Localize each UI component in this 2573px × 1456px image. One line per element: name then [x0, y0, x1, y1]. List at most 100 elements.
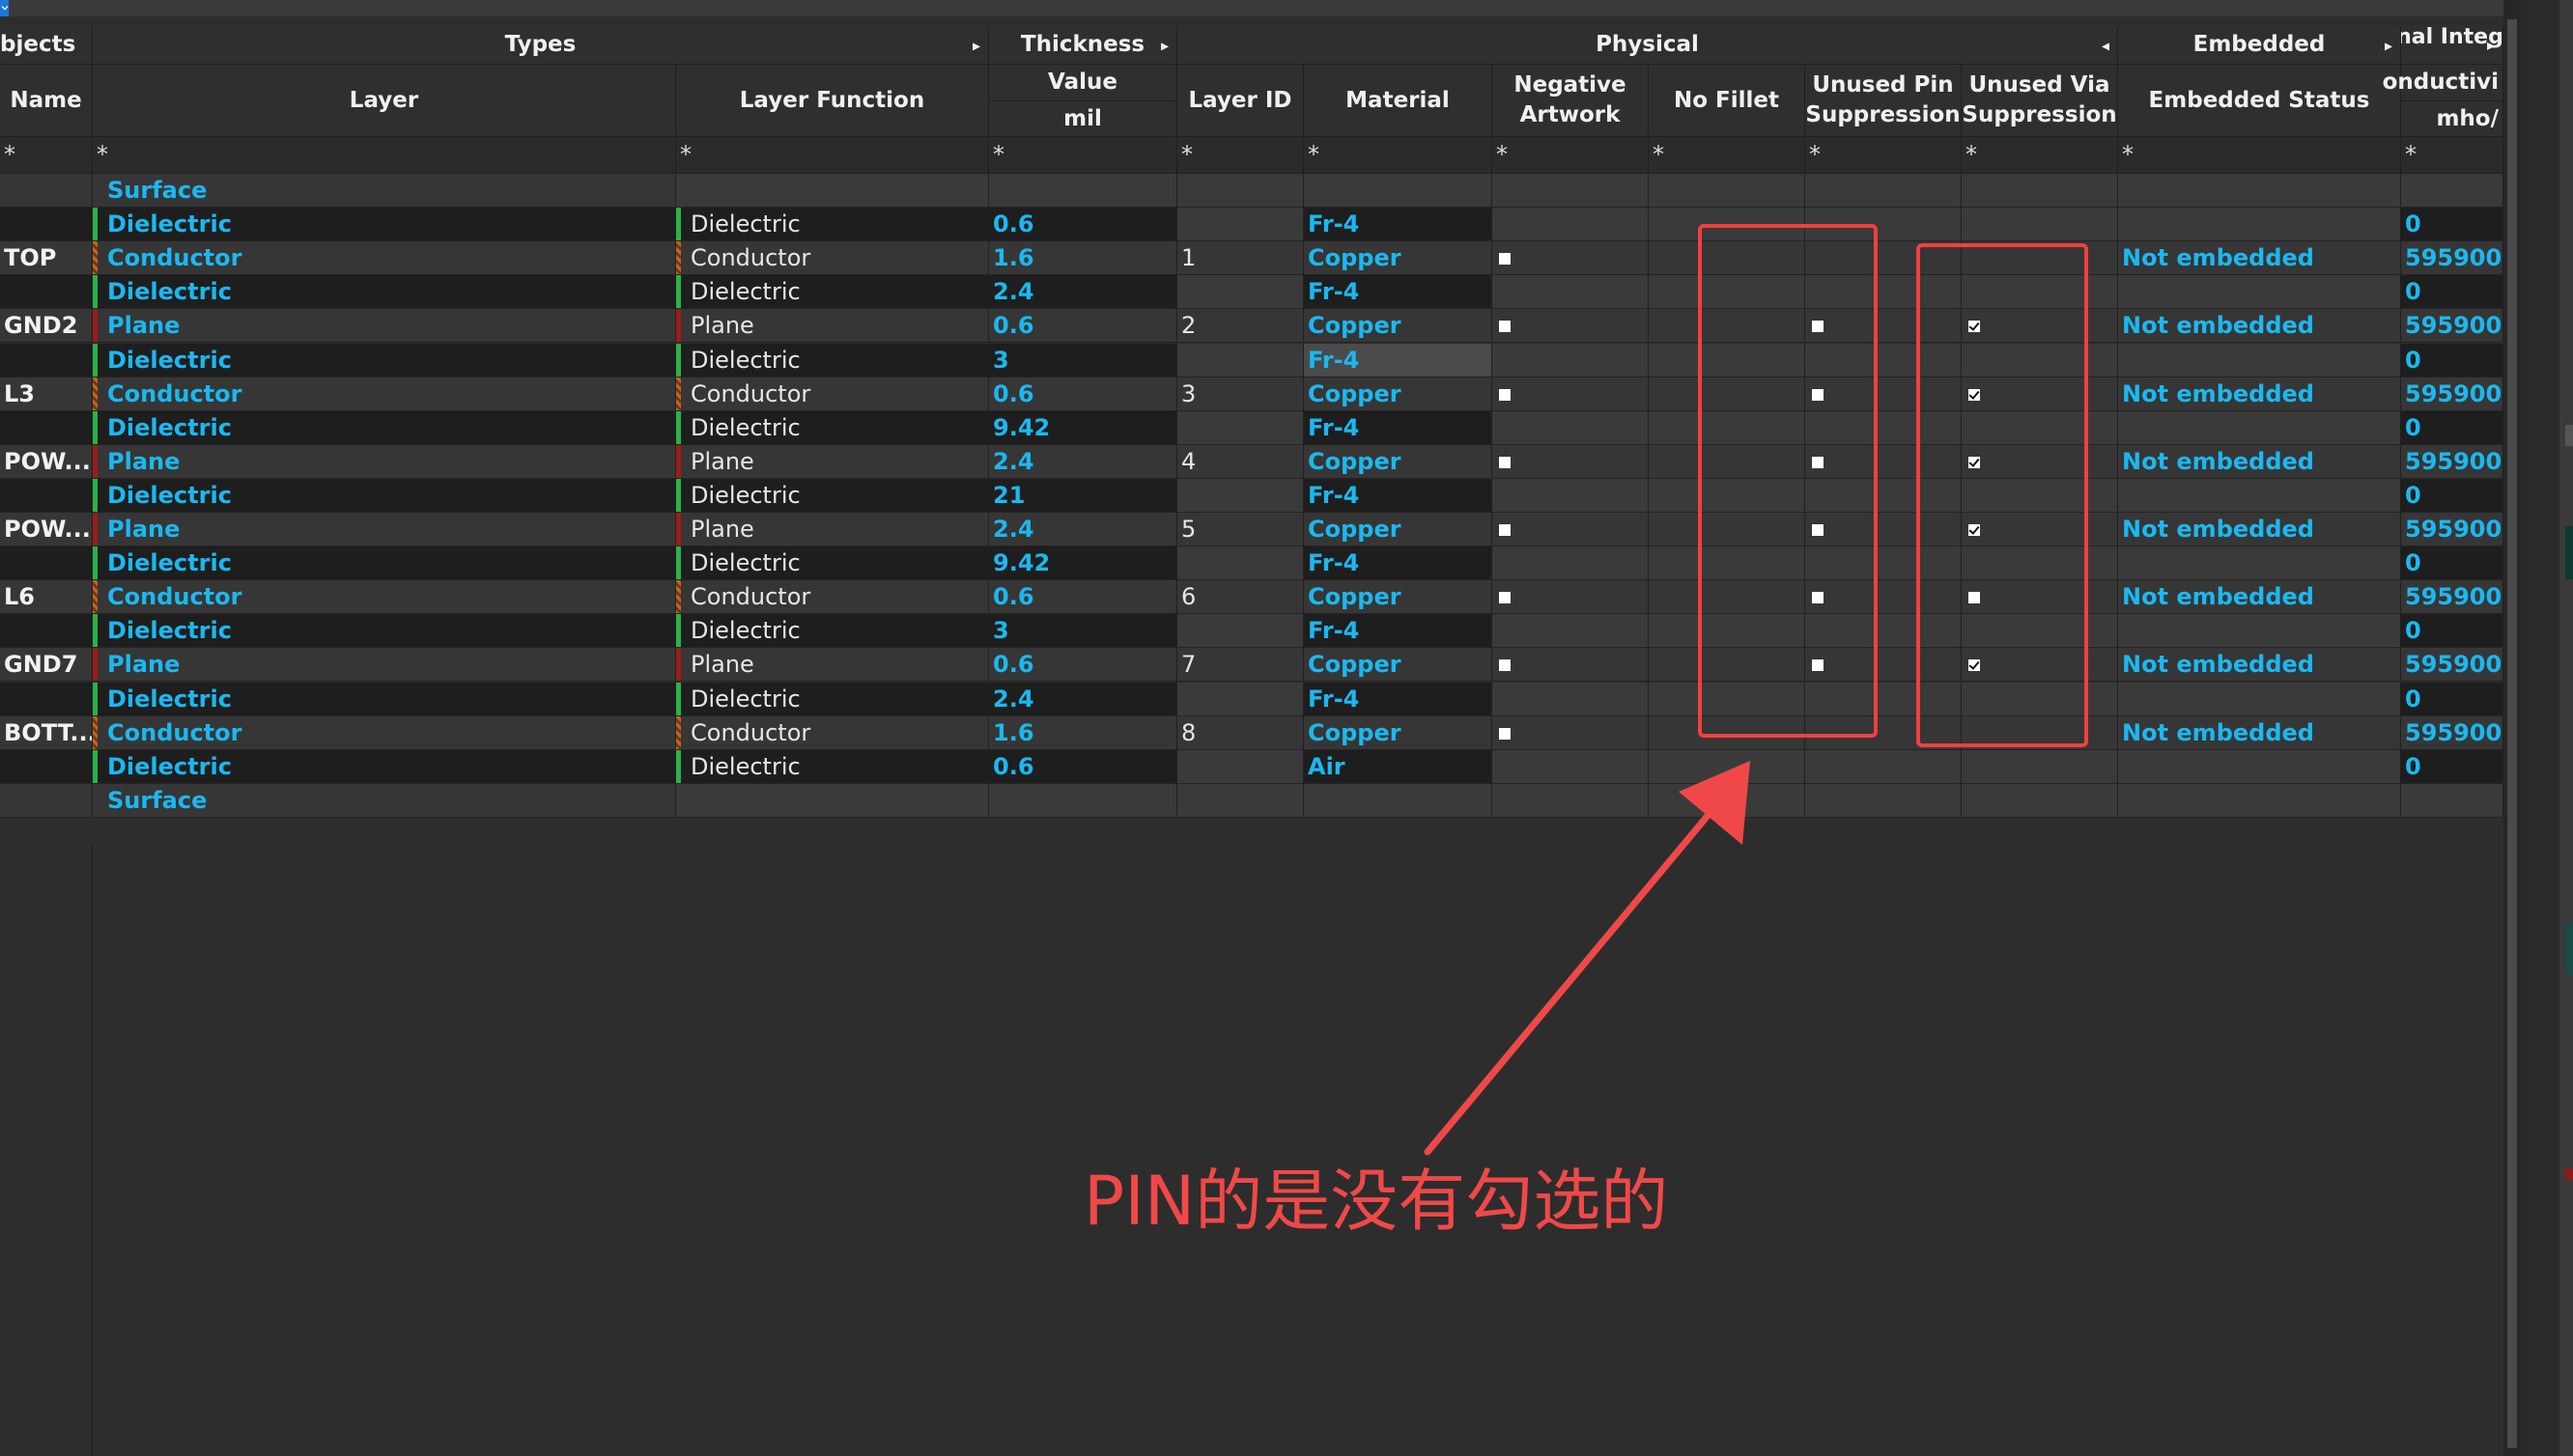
column-header[interactable]: Embedded Status — [2118, 65, 2401, 137]
cell-layer[interactable]: Dielectric — [93, 614, 676, 648]
cell-thickness[interactable]: 2.4 — [989, 513, 1177, 546]
cell-layer[interactable]: Dielectric — [93, 546, 676, 580]
cell-negative[interactable] — [1492, 309, 1649, 343]
cell-conductivity[interactable]: 0 — [2401, 344, 2503, 378]
cell-thickness[interactable] — [989, 174, 1177, 208]
cell-conductivity[interactable]: 595900 — [2401, 378, 2503, 411]
cell-material[interactable] — [1304, 784, 1492, 818]
cell-embedded[interactable]: Not embedded — [2118, 445, 2401, 479]
cell-negative[interactable] — [1492, 716, 1649, 750]
cell-function[interactable] — [676, 174, 989, 208]
cell-material[interactable]: Fr-4 — [1304, 275, 1492, 309]
cell-embedded[interactable]: Not embedded — [2118, 513, 2401, 546]
cell-negative[interactable] — [1492, 546, 1649, 580]
cell-embedded[interactable] — [2118, 546, 2401, 580]
cell-layer[interactable]: Dielectric — [93, 275, 676, 309]
cell-embedded[interactable]: Not embedded — [2118, 580, 2401, 614]
cell-id[interactable] — [1177, 683, 1304, 716]
cell-id[interactable]: 8 — [1177, 716, 1304, 750]
filter-cell[interactable]: * — [1177, 137, 1304, 174]
cell-conductivity[interactable]: 0 — [2401, 614, 2503, 648]
filter-cell[interactable]: * — [2401, 137, 2503, 174]
cell-embedded[interactable] — [2118, 344, 2401, 378]
cell-id[interactable] — [1177, 174, 1304, 208]
filter-cell[interactable]: * — [0, 137, 93, 174]
filter-cell[interactable]: * — [676, 137, 989, 174]
negative-artwork-checkbox[interactable] — [1499, 524, 1511, 536]
filter-cell[interactable]: * — [1962, 137, 2118, 174]
negative-artwork-checkbox[interactable] — [1499, 253, 1511, 265]
cell-thickness[interactable]: 9.42 — [989, 411, 1177, 445]
cell-negative[interactable] — [1492, 344, 1649, 378]
cell-function[interactable]: Dielectric — [676, 275, 989, 309]
cell-material[interactable]: Fr-4 — [1304, 411, 1492, 445]
cell-material[interactable]: Copper — [1304, 716, 1492, 750]
cell-id[interactable] — [1177, 614, 1304, 648]
cell-id[interactable] — [1177, 208, 1304, 241]
cell-conductivity[interactable]: 0 — [2401, 683, 2503, 716]
cell-id[interactable]: 4 — [1177, 445, 1304, 479]
cell-layer[interactable]: Dielectric — [93, 683, 676, 716]
cell-layer[interactable]: Conductor — [93, 580, 676, 614]
cell-material[interactable] — [1304, 174, 1492, 208]
cell-thickness[interactable]: 2.4 — [989, 275, 1177, 309]
column-header[interactable]: Material — [1304, 65, 1492, 137]
filter-cell[interactable]: * — [1492, 137, 1649, 174]
cell-negative[interactable] — [1492, 614, 1649, 648]
group-header[interactable]: bjects — [0, 26, 93, 65]
cell-id[interactable] — [1177, 546, 1304, 580]
cell-negative[interactable] — [1492, 784, 1649, 818]
cell-id[interactable]: 6 — [1177, 580, 1304, 614]
cell-embedded[interactable]: Not embedded — [2118, 648, 2401, 682]
column-header[interactable]: No Fillet — [1649, 65, 1805, 137]
cell-conductivity[interactable]: 595900 — [2401, 513, 2503, 546]
column-header[interactable]: Layer ID — [1177, 65, 1304, 137]
column-header[interactable]: Unused Via Suppression — [1962, 65, 2118, 137]
cell-material[interactable]: Fr-4 — [1304, 344, 1492, 378]
cell-material[interactable]: Copper — [1304, 445, 1492, 479]
expand-arrow-icon[interactable]: ▸ — [2385, 30, 2392, 60]
cell-id[interactable]: 2 — [1177, 309, 1304, 343]
cell-negative[interactable] — [1492, 750, 1649, 784]
cell-layer[interactable]: Plane — [93, 648, 676, 682]
cell-id[interactable] — [1177, 411, 1304, 445]
cell-layer[interactable]: Conductor — [93, 716, 676, 750]
expand-arrow-icon[interactable]: ▸ — [2487, 34, 2495, 57]
cell-function[interactable]: Dielectric — [676, 750, 989, 784]
column-header[interactable]: Unused Pin Suppression — [1805, 65, 1962, 137]
cell-id[interactable] — [1177, 750, 1304, 784]
cell-thickness[interactable]: 0.6 — [989, 580, 1177, 614]
cell-negative[interactable] — [1492, 683, 1649, 716]
cell-unused-pin[interactable] — [1805, 174, 1962, 208]
cell-thickness[interactable]: 0.6 — [989, 309, 1177, 343]
cell-negative[interactable] — [1492, 378, 1649, 411]
cell-negative[interactable] — [1492, 174, 1649, 208]
group-header[interactable]: Physical ◂ — [1177, 26, 2118, 65]
cell-layer[interactable]: Dielectric — [93, 411, 676, 445]
cell-id[interactable] — [1177, 784, 1304, 818]
cell-embedded[interactable] — [2118, 174, 2401, 208]
cell-conductivity[interactable]: 0 — [2401, 479, 2503, 513]
filter-cell[interactable]: * — [1304, 137, 1492, 174]
cell-material[interactable]: Fr-4 — [1304, 479, 1492, 513]
group-header[interactable]: Signal Integrity▸ — [2401, 26, 2503, 65]
cell-function[interactable]: Plane — [676, 445, 989, 479]
cell-function[interactable]: Dielectric — [676, 411, 989, 445]
cell-conductivity[interactable]: 0 — [2401, 546, 2503, 580]
cell-material[interactable]: Copper — [1304, 580, 1492, 614]
cell-negative[interactable] — [1492, 241, 1649, 275]
cell-function[interactable]: Dielectric — [676, 479, 989, 513]
cell-function[interactable]: Dielectric — [676, 546, 989, 580]
cell-layer[interactable]: Plane — [93, 309, 676, 343]
expand-arrow-icon[interactable]: ◂ — [2102, 30, 2109, 60]
column-header[interactable]: Value — [989, 65, 1177, 101]
cell-thickness[interactable] — [989, 784, 1177, 818]
filter-cell[interactable]: * — [93, 137, 676, 174]
filter-cell[interactable]: * — [989, 137, 1177, 174]
cell-layer[interactable]: Conductor — [93, 378, 676, 411]
cell-conductivity[interactable]: 0 — [2401, 208, 2503, 241]
cell-material[interactable]: Copper — [1304, 309, 1492, 343]
cell-negative[interactable] — [1492, 445, 1649, 479]
cell-function[interactable]: Dielectric — [676, 683, 989, 716]
cell-conductivity[interactable]: 595900 — [2401, 648, 2503, 682]
